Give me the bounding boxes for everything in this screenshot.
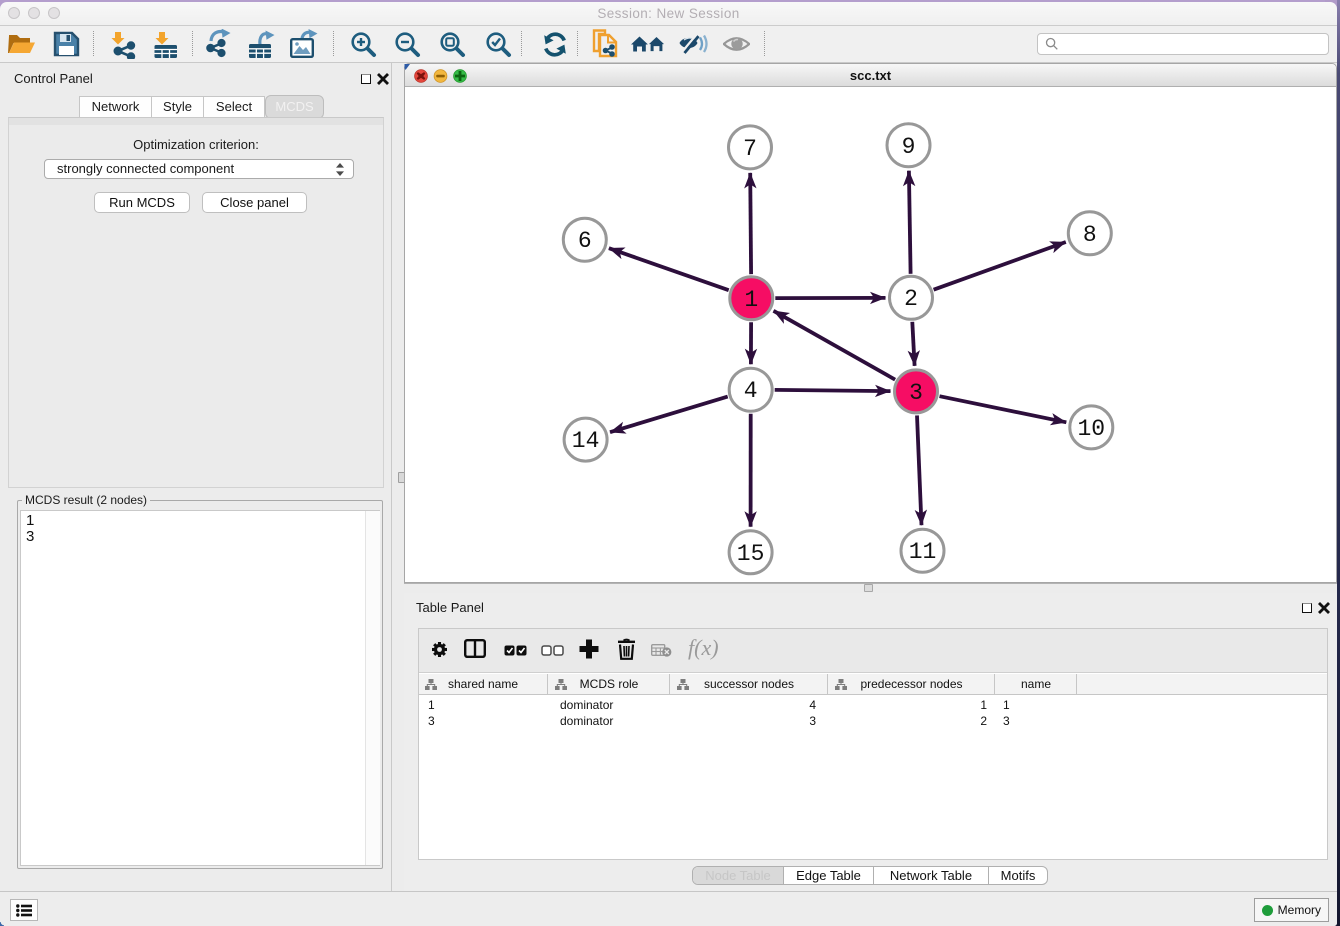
svg-text:10: 10 xyxy=(1077,416,1105,442)
svg-text:14: 14 xyxy=(572,428,600,454)
svg-text:6: 6 xyxy=(578,228,592,254)
svg-text:4: 4 xyxy=(744,378,758,404)
svg-text:11: 11 xyxy=(909,539,937,565)
svg-text:8: 8 xyxy=(1083,222,1097,248)
svg-text:1: 1 xyxy=(744,287,758,313)
svg-text:2: 2 xyxy=(904,286,918,312)
svg-text:9: 9 xyxy=(902,134,916,160)
svg-text:7: 7 xyxy=(743,136,757,162)
svg-text:3: 3 xyxy=(909,380,923,406)
svg-text:15: 15 xyxy=(737,541,765,567)
